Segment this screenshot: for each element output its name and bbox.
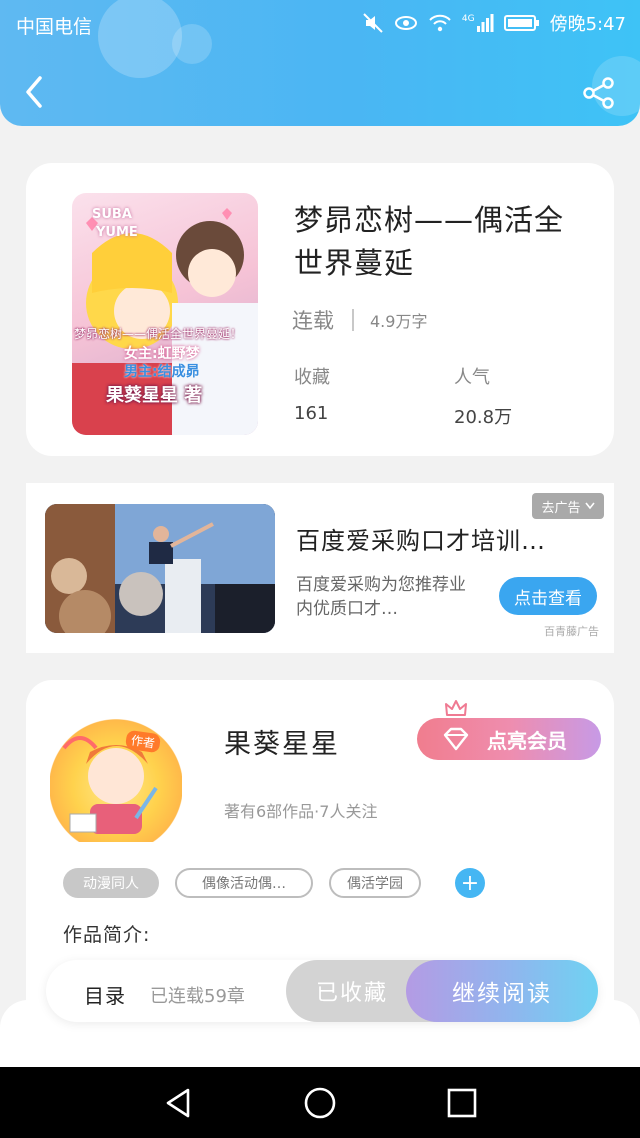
serial-status: 连载	[292, 309, 334, 333]
triangle-back-icon	[166, 1088, 190, 1118]
vip-button-label: 点亮会员	[487, 728, 567, 753]
share-icon	[583, 77, 614, 109]
wifi-icon	[428, 13, 452, 33]
chevron-left-icon	[26, 76, 42, 108]
book-title: 梦昴恋树——偶活全世界蔓延	[294, 203, 565, 280]
ad-title: 百度爱采购口才培训…	[296, 527, 546, 555]
continue-reading-label: 继续阅读	[452, 981, 552, 1007]
divider	[352, 309, 354, 331]
system-nav-bar	[0, 1067, 640, 1138]
status-icons: 4G 傍晚5:47	[362, 10, 626, 36]
reading-action-bar: 目录 已连载59章 已收藏 继续阅读	[46, 960, 598, 1022]
continue-reading-button[interactable]: 继续阅读	[406, 960, 598, 1022]
eye-icon	[394, 12, 418, 34]
book-meta: 连载 4.9万字	[292, 305, 427, 335]
favorites-count: 161	[294, 403, 329, 424]
battery-icon	[503, 14, 540, 32]
chevron-down-icon	[584, 502, 595, 510]
nav-home-button[interactable]	[302, 1085, 338, 1121]
carrier-label: 中国电信	[16, 16, 93, 38]
remove-ad-label: 去广告	[541, 500, 581, 516]
cover-text: 果葵星星 著	[106, 385, 203, 406]
nav-recent-button[interactable]	[444, 1085, 480, 1121]
cover-text: 男主:结成昴	[124, 364, 200, 380]
popularity-label: 人气	[454, 367, 490, 388]
ad-image[interactable]	[45, 504, 275, 633]
plus-icon: +	[460, 870, 480, 896]
clock: 傍晚5:47	[549, 14, 626, 35]
cover-text: 梦昴恋树——偶活全世界蔓延！	[74, 327, 243, 341]
chapter-count: 已连载59章	[150, 986, 245, 1007]
cover-text: YUME	[96, 225, 138, 240]
signal-icon: 4G	[462, 14, 494, 32]
share-button[interactable]	[582, 76, 616, 110]
tag-idol-academy[interactable]: 偶活学园	[329, 868, 421, 898]
add-tag-button[interactable]: +	[455, 868, 485, 898]
avatar-illustration	[62, 736, 158, 834]
network-type-label: 4G	[461, 14, 475, 24]
popularity-count: 20.8万	[454, 407, 513, 428]
book-cover[interactable]: SUBA YUME 梦昴恋树——偶活全世界蔓延！ 女主:虹野梦 男主:结成昴 果…	[72, 193, 258, 435]
cover-text: SUBA	[92, 207, 132, 222]
toc-button[interactable]: 目录	[84, 980, 126, 1009]
view-ad-button[interactable]: 点击查看	[499, 577, 597, 615]
status-bar: 中国电信 4G 傍晚5:47	[0, 0, 640, 46]
mute-icon	[362, 12, 384, 34]
cover-text: 女主:虹野梦	[124, 346, 200, 362]
diamond-icon	[443, 727, 469, 751]
activate-vip-button[interactable]: 点亮会员	[417, 718, 601, 760]
remove-ad-button[interactable]: 去广告	[532, 493, 604, 519]
nav-back-button[interactable]	[160, 1085, 196, 1121]
tag-idol-activity[interactable]: 偶像活动偶…	[175, 868, 313, 898]
collected-label: 已收藏	[316, 981, 389, 1006]
author-info: 著有6部作品·7人关注	[224, 802, 378, 821]
favorites-label: 收藏	[294, 367, 330, 388]
circle-home-icon	[304, 1087, 336, 1119]
header: 中国电信 4G 傍晚5:47	[0, 0, 640, 126]
square-recent-icon	[447, 1088, 477, 1118]
tag-anime-fanfic[interactable]: 动漫同人	[63, 868, 159, 898]
intro-label: 作品简介:	[63, 924, 151, 946]
ad-description: 百度爱采购为您推荐业内优质口才…	[296, 575, 466, 619]
author-name: 果葵星星	[224, 729, 340, 760]
back-button[interactable]	[20, 72, 50, 112]
author-avatar[interactable]: 作者	[50, 718, 182, 842]
book-info-card: SUBA YUME 梦昴恋树——偶活全世界蔓延！ 女主:虹野梦 男主:结成昴 果…	[26, 163, 614, 456]
ad-card[interactable]: 去广告 百度爱采购口才培训… 百度爱采购为您推荐业内优质口才… 点击查看 百青藤…	[26, 483, 614, 653]
tag-list: 动漫同人 偶像活动偶… 偶活学园 +	[63, 868, 485, 898]
word-count: 4.9万字	[370, 312, 428, 331]
ad-source: 百青藤广告	[544, 625, 599, 638]
ad-photo	[45, 504, 275, 633]
